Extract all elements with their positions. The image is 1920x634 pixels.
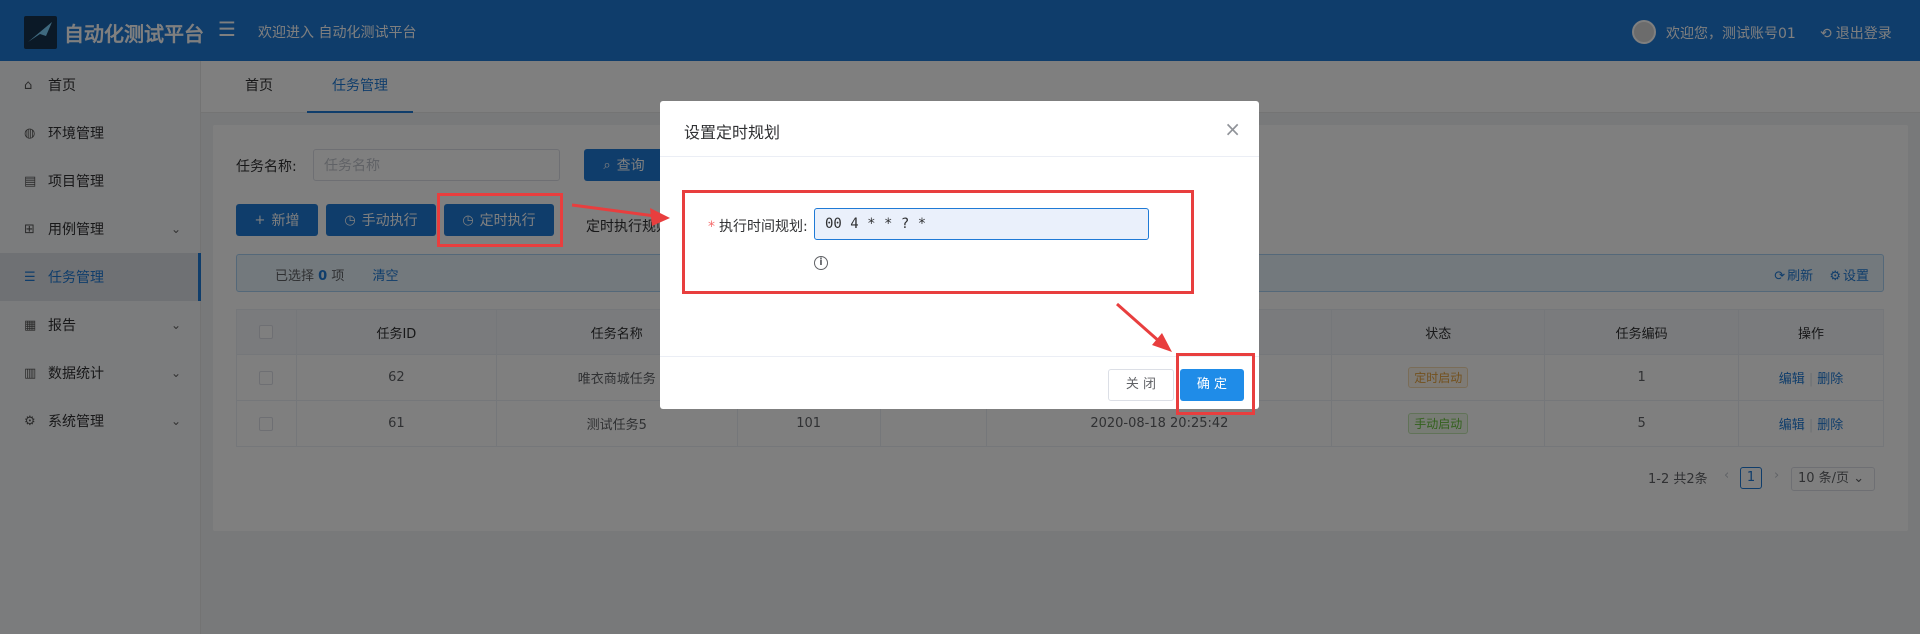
arrow-to-field bbox=[571, 203, 656, 218]
arrow-to-confirm bbox=[1116, 302, 1161, 344]
arrow-head bbox=[650, 208, 670, 226]
annotation-arrows bbox=[571, 203, 1172, 352]
